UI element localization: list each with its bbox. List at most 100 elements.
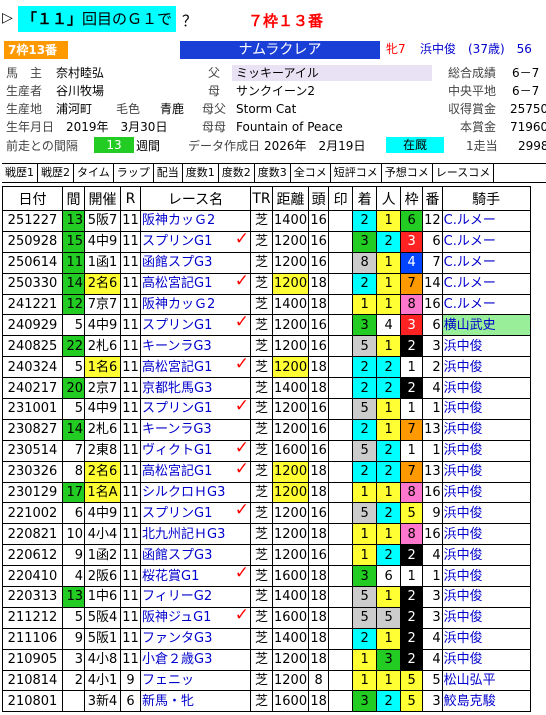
race-name-link[interactable]: スプリンG1 ✓ (140, 398, 251, 420)
column-header-4[interactable]: R (120, 186, 141, 211)
jockey-link[interactable]: 浜中俊 (441, 502, 531, 525)
race-name-link[interactable]: 高松宮記G1 ✓ (140, 272, 251, 295)
jockey-link[interactable]: C.ルメー (441, 251, 531, 274)
race-name-link[interactable]: フィリーG2 (140, 586, 251, 608)
jockey-link[interactable]: C.ルメー (441, 230, 531, 253)
column-header-11[interactable]: 人 (376, 186, 402, 211)
jockey-link[interactable]: 浜中俊 (441, 398, 531, 420)
column-header-7[interactable]: 距離 (271, 186, 310, 211)
table-row[interactable]: 210814 2 4小1 9 フェニッ芝 1200 8 1 1 5 5 松山弘平 (2, 669, 531, 692)
tab-6[interactable]: 度数1 (183, 164, 219, 182)
table-row[interactable]: 211212 5 5阪4 11 阪神ジュG1 ✓ 芝 1600 18 5 5 2 3 浜中俊 (2, 606, 531, 629)
table-row[interactable]: 220612 9 1函2 11 函館スプG3 芝 1200 16 1 2 2 4 浜中俊 (2, 544, 531, 567)
table-row[interactable]: 240217 20 2京7 11 京都牝馬G3 芝 1400 18 2 2 2 4 浜中俊 (2, 377, 531, 400)
table-row[interactable]: 230326 8 2名6 11 高松宮記G1 ✓ 芝 1200 18 2 2 7 13 浜中俊 (2, 460, 531, 483)
tab-9[interactable]: 全コメ (291, 164, 331, 182)
tab-10[interactable]: 短評コメ (331, 164, 382, 182)
race-name-link[interactable]: 北九州記ＨG3 (140, 523, 251, 546)
table-row[interactable]: 221002 6 4中9 11 スプリンG1 ✓ 芝 1200 16 5 2 5 9 浜中俊 (2, 502, 531, 525)
column-header-3[interactable]: 開催 (84, 186, 121, 211)
jockey-link[interactable]: C.ルメー (441, 272, 531, 295)
table-row[interactable]: 230129 17 1名A 11 シルクロＨG3 芝 1200 18 1 1 8 16 浜中俊 (2, 481, 531, 504)
table-row[interactable]: 250330 14 2名6 11 高松宮記G1 ✓ 芝 1200 18 2 1 7 14 C.ルメー (2, 272, 531, 295)
table-row[interactable]: 250928 15 4中9 11 スプリンG1 ✓ 芝 1200 16 3 2 3 6 C.ルメー (2, 230, 531, 253)
race-name-link[interactable]: シルクロＨG3 (140, 481, 251, 504)
jockey-link[interactable]: 横山武史 (441, 314, 531, 337)
race-name-link[interactable]: キーンラG3 (140, 335, 251, 358)
jockey-link[interactable]: 浜中俊 (441, 460, 531, 483)
table-row[interactable]: 251227 13 5阪7 11 阪神カッＧ2 芝 1400 16 2 1 6 12 C.ルメー (2, 210, 531, 232)
horse-name[interactable]: ナムラクレア (180, 41, 380, 59)
jockey-link[interactable]: C.ルメー (441, 210, 531, 232)
tab-3[interactable]: タイム (74, 164, 114, 182)
tab-5[interactable]: 配当 (154, 164, 183, 182)
table-row[interactable]: 240324 5 1名6 11 高松宮記G1 ✓ 芝 1200 18 2 2 1 2 浜中俊 (2, 356, 531, 379)
race-name-link[interactable]: 阪神カッＧ2 (140, 210, 251, 232)
meeting: 4中9 (84, 230, 121, 253)
jockey-link[interactable]: 浜中俊 (441, 586, 531, 608)
table-row[interactable]: 211106 9 5阪1 11 ファンタG3 芝 1400 18 2 1 2 4 浜中俊 (2, 627, 531, 650)
race-name-link[interactable]: 小倉２歳G3 (140, 648, 251, 671)
column-header-10[interactable]: 着 (352, 186, 378, 211)
tab-11[interactable]: 予想コメ (382, 164, 433, 182)
tab-12[interactable]: レースコメ (433, 164, 495, 182)
table-row[interactable]: 220313 13 1中6 11 フィリーG2 芝 1400 18 5 1 2 3 浜中俊 (2, 586, 531, 608)
race-name-link[interactable]: 函館スプG3 (140, 544, 251, 567)
jockey-link[interactable]: 浜中俊 (441, 648, 531, 671)
column-header-2[interactable]: 間 (62, 186, 85, 211)
jockey-link[interactable]: 浜中俊 (441, 523, 531, 546)
tab-2[interactable]: 戦歴2 (38, 164, 74, 182)
tab-1[interactable]: 戦歴1 (2, 164, 38, 182)
table-row[interactable]: 231001 5 4中9 11 スプリンG1 ✓ 芝 1200 16 5 1 1 1 浜中俊 (2, 398, 531, 420)
column-header-1[interactable]: 日付 (2, 186, 63, 211)
race-name-link[interactable]: キーンラG3 (140, 418, 251, 441)
race-name-link[interactable]: ヴィクトG1 ✓ (140, 439, 251, 462)
column-header-8[interactable]: 頭 (308, 186, 330, 211)
race-name-link[interactable]: 桜花賞G1 ✓ (140, 565, 251, 588)
jockey-link[interactable]: 浜中俊 (441, 627, 531, 650)
table-row[interactable]: 210801 3新4 6 新馬・牝芝 1600 18 3 2 5 3 鮫島克駿 (2, 690, 531, 713)
tab-4[interactable]: ラップ (114, 164, 154, 182)
race-name-link[interactable]: 函館スプG3 (140, 251, 251, 274)
jockey-link[interactable]: 浜中俊 (441, 544, 531, 567)
jockey-link[interactable]: 浜中俊 (441, 335, 531, 358)
race-name-link[interactable]: 新馬・牝 (140, 690, 251, 713)
column-header-5[interactable]: レース名 (140, 186, 251, 211)
jockey-link[interactable]: 浜中俊 (441, 439, 531, 462)
race-name-link[interactable]: 京都牝馬G3 (140, 377, 251, 400)
tab-8[interactable]: 度数3 (255, 164, 291, 182)
race-name-link[interactable]: スプリンG1 ✓ (140, 314, 251, 337)
table-row[interactable]: 220821 10 4小4 11 北九州記ＨG3 芝 1200 18 1 1 8 16 浜中俊 (2, 523, 531, 546)
jockey-link[interactable]: 浜中俊 (441, 356, 531, 379)
race-name-link[interactable]: 阪神ジュG1 ✓ (140, 606, 251, 629)
jockey-link[interactable]: 浜中俊 (441, 565, 531, 588)
column-header-13[interactable]: 番 (422, 186, 443, 211)
table-row[interactable]: 241221 12 7京7 11 阪神カッＧ2 芝 1400 18 1 1 8 16 C.ルメー (2, 293, 531, 316)
tab-7[interactable]: 度数2 (219, 164, 255, 182)
column-header-6[interactable]: TR (250, 186, 273, 211)
jockey-link[interactable]: 鮫島克駿 (441, 690, 531, 713)
table-row[interactable]: 240825 22 2札6 11 キーンラG3 芝 1200 16 5 1 2 3 浜中俊 (2, 335, 531, 358)
column-header-9[interactable]: 印 (328, 186, 354, 211)
table-row[interactable]: 220410 4 2阪6 11 桜花賞G1 ✓ 芝 1600 18 3 6 1 1 浜中俊 (2, 565, 531, 588)
jockey-link[interactable]: 浜中俊 (441, 377, 531, 400)
race-name-link[interactable]: ファンタG3 (140, 627, 251, 650)
jockey-link[interactable]: 浜中俊 (441, 481, 531, 504)
jockey-link[interactable]: 松山弘平 (441, 669, 531, 692)
table-row[interactable]: 250614 11 1函1 11 函館スプG3 芝 1200 16 8 1 4 7 C.ルメー (2, 251, 531, 274)
race-name-link[interactable]: 高松宮記G1 ✓ (140, 460, 251, 483)
column-header-12[interactable]: 枠 (400, 186, 424, 211)
race-name-link[interactable]: スプリンG1 ✓ (140, 230, 251, 253)
column-header-14[interactable]: 騎手 (441, 186, 531, 211)
jockey-link[interactable]: 浜中俊 (441, 418, 531, 441)
table-row[interactable]: 240929 5 4中9 11 スプリンG1 ✓ 芝 1200 16 3 4 3 6 横山武史 (2, 314, 531, 337)
table-row[interactable]: 230514 7 2東8 11 ヴィクトG1 ✓ 芝 1600 16 5 2 1 1 浜中俊 (2, 439, 531, 462)
jockey-link[interactable]: 浜中俊 (441, 606, 531, 629)
table-row[interactable]: 210905 3 4小8 11 小倉２歳G3 芝 1200 18 1 3 2 4 浜中俊 (2, 648, 531, 671)
race-name-link[interactable]: 阪神カッＧ2 (140, 293, 251, 316)
race-name-link[interactable]: 高松宮記G1 ✓ (140, 356, 251, 379)
race-name-link[interactable]: フェニッ (140, 669, 251, 692)
race-name-link[interactable]: スプリンG1 ✓ (140, 502, 251, 525)
table-row[interactable]: 230827 14 2札6 11 キーンラG3 芝 1200 16 2 1 7 13 浜中俊 (2, 418, 531, 441)
jockey-link[interactable]: C.ルメー (441, 293, 531, 316)
